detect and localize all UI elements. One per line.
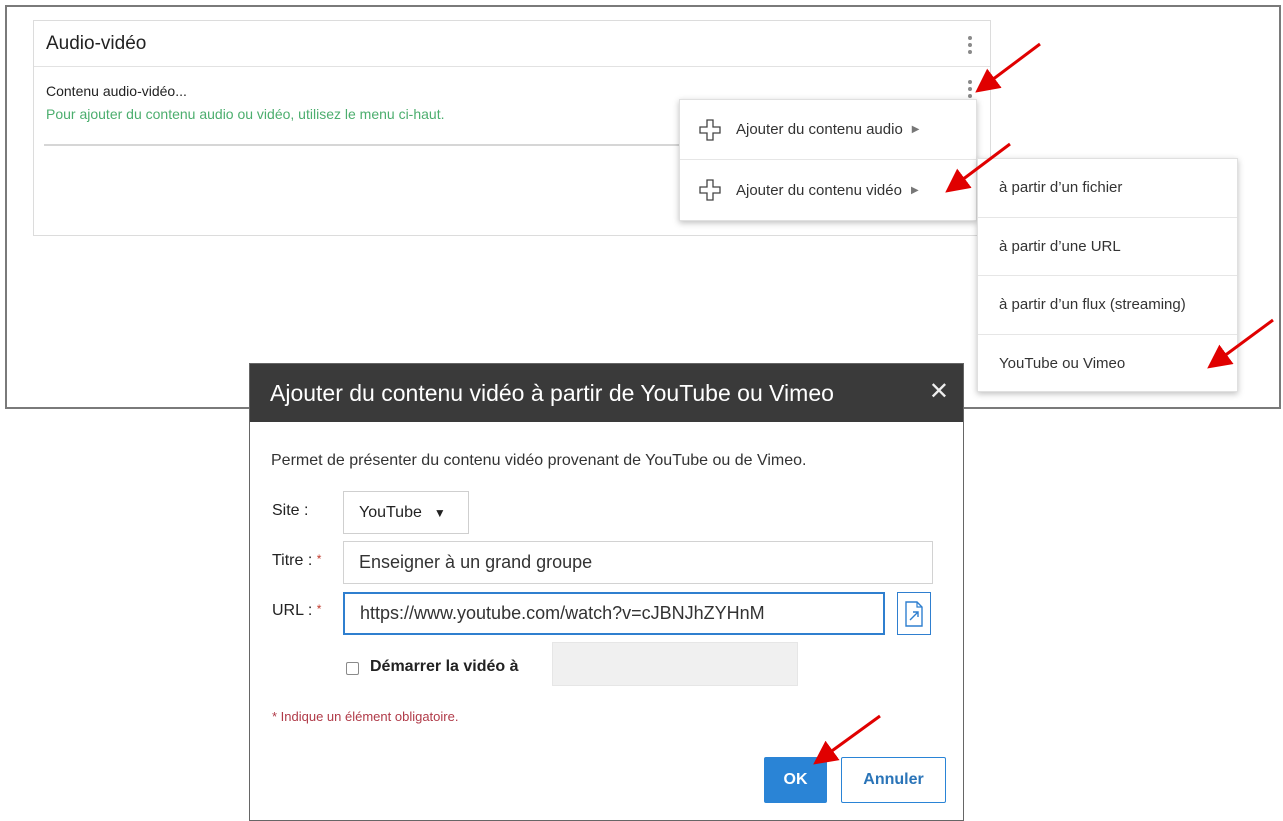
close-icon[interactable]: ✕ xyxy=(929,377,949,407)
ok-button[interactable]: OK xyxy=(764,757,827,803)
required-marker: * xyxy=(316,552,322,566)
dialog-header: Ajouter du contenu vidéo à partir de You… xyxy=(250,364,963,422)
open-link-icon xyxy=(905,600,923,627)
title-input[interactable]: Enseigner à un grand groupe xyxy=(343,541,933,584)
panel-title: Audio-vidéo xyxy=(46,32,147,54)
content-menu-icon[interactable] xyxy=(962,77,978,101)
menu-item-label: Ajouter du contenu vidéo xyxy=(736,181,902,199)
submenu-item-from-url[interactable]: à partir d’une URL xyxy=(978,218,1237,276)
start-video-checkbox[interactable] xyxy=(346,662,359,675)
start-time-input[interactable] xyxy=(552,642,798,686)
dialog-description: Permet de présenter du contenu vidéo pro… xyxy=(271,452,807,469)
site-label: Site : xyxy=(272,502,309,519)
dialog-title: Ajouter du contenu vidéo à partir de You… xyxy=(270,379,834,406)
url-input[interactable]: https://www.youtube.com/watch?v=cJBNJhZY… xyxy=(343,592,885,635)
title-label: Titre : * xyxy=(272,552,321,570)
content-title: Contenu audio-vidéo... xyxy=(46,83,187,99)
content-divider xyxy=(44,144,680,146)
submenu-item-youtube-vimeo[interactable]: YouTube ou Vimeo xyxy=(978,335,1237,394)
url-label: URL : * xyxy=(272,602,321,620)
cancel-button[interactable]: Annuler xyxy=(841,757,946,803)
submenu-item-from-stream[interactable]: à partir d’un flux (streaming) xyxy=(978,276,1237,335)
title-input-value: Enseigner à un grand groupe xyxy=(359,552,593,572)
dropdown-arrow-icon: ▼ xyxy=(433,505,446,520)
title-label-text: Titre : xyxy=(272,552,313,569)
add-video-dialog: Ajouter du contenu vidéo à partir de You… xyxy=(249,363,964,821)
required-note: * Indique un élément obligatoire. xyxy=(272,709,459,724)
site-select[interactable]: YouTube ▼ xyxy=(343,491,469,534)
video-source-submenu: à partir d’un fichier à partir d’une URL… xyxy=(977,158,1238,392)
panel-menu-icon[interactable] xyxy=(962,33,978,57)
menu-item-add-audio[interactable]: Ajouter du contenu audio ▶ xyxy=(680,100,976,160)
plus-outline-icon xyxy=(699,179,721,201)
submenu-item-from-file[interactable]: à partir d’un fichier xyxy=(978,159,1237,218)
add-content-menu: Ajouter du contenu audio ▶ Ajouter du co… xyxy=(679,99,977,221)
required-marker: * xyxy=(316,602,322,616)
submenu-arrow-icon: ▶ xyxy=(911,124,920,135)
menu-item-label: Ajouter du contenu audio xyxy=(736,121,903,138)
submenu-arrow-icon: ▶ xyxy=(910,184,919,196)
menu-item-add-video[interactable]: Ajouter du contenu vidéo ▶ xyxy=(680,160,976,220)
url-label-text: URL : xyxy=(272,602,313,619)
open-link-button[interactable] xyxy=(897,592,931,635)
start-video-label: Démarrer la vidéo à xyxy=(370,658,519,675)
content-hint: Pour ajouter du contenu audio ou vidéo, … xyxy=(46,106,445,122)
site-select-value: YouTube xyxy=(359,503,422,521)
panel-header: Audio-vidéo xyxy=(34,21,990,67)
url-input-value: https://www.youtube.com/watch?v=cJBNJhZY… xyxy=(360,603,765,623)
plus-outline-icon xyxy=(699,118,721,141)
